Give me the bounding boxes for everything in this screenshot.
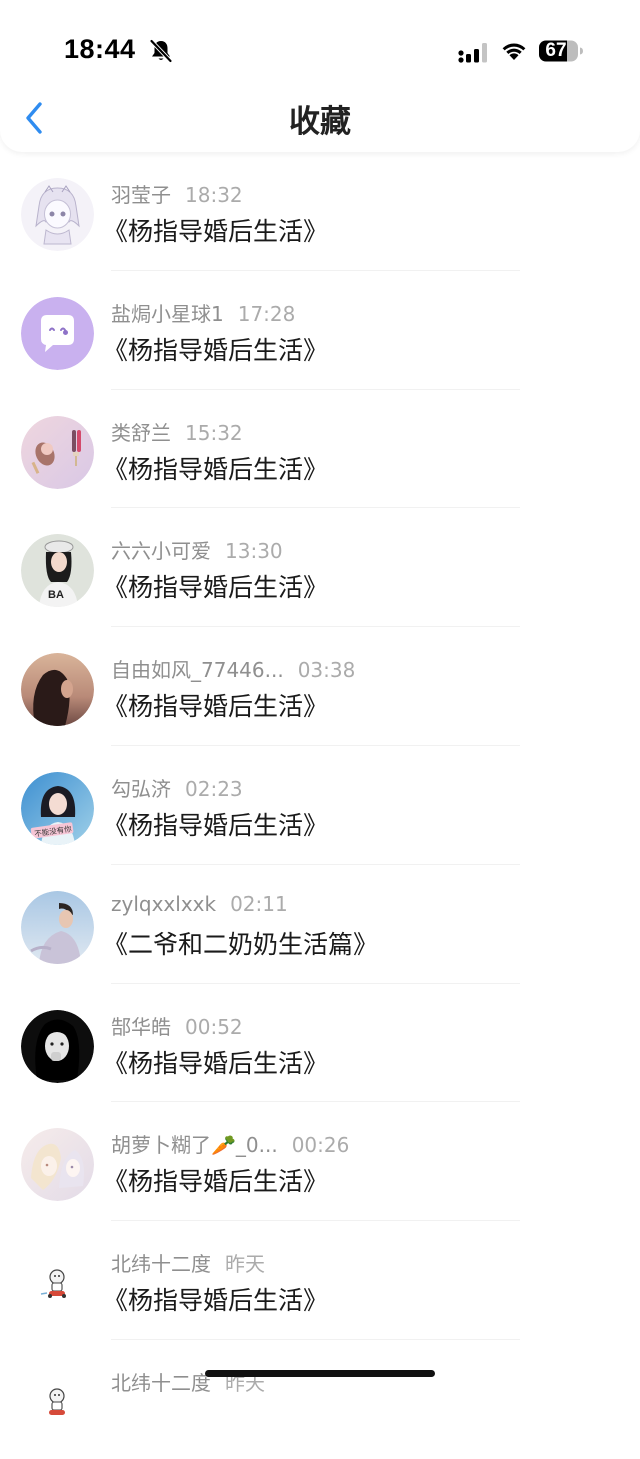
work-title[interactable]: 《二爷和二奶奶生活篇》 [103,925,378,961]
cellular-signal-icon [458,43,487,63]
item-meta: 勾弘济 02:23 [111,773,243,802]
avatar[interactable] [21,1365,94,1439]
item-time: 昨天 [225,1252,265,1277]
avatar[interactable] [21,1128,94,1202]
user-name[interactable]: 羽莹子 [111,183,171,207]
list-item[interactable]: 郜华皓 00:52 《杨指导婚后生活》 [0,984,640,1103]
user-name[interactable]: 北纬十二度 [111,1371,211,1395]
avatar[interactable] [21,890,94,964]
user-name[interactable]: zylqxxlxxk [111,892,216,916]
item-meta: 盐焗小星球1 17:28 [111,298,295,327]
item-meta: 郜华皓 00:52 [111,1011,243,1040]
item-meta: 胡萝卜糊了🥕_0... 00:26 [111,1129,349,1158]
item-time: 02:23 [185,776,243,801]
work-title[interactable]: 《杨指导婚后生活》 [103,568,328,604]
list-item[interactable]: 北纬十二度 昨天 《杨指导婚后生活》 [0,1221,640,1340]
battery-level: 67 [545,40,567,61]
header-bar: 18:44 67 收藏 [0,0,640,152]
work-title[interactable]: 《杨指导婚后生活》 [103,1281,328,1317]
home-indicator[interactable] [205,1370,435,1377]
user-name[interactable]: 北纬十二度 [111,1252,211,1276]
item-time: 02:11 [230,891,288,916]
list-item[interactable]: 类舒兰 15:32 《杨指导婚后生活》 [0,390,640,509]
item-time: 13:30 [225,539,283,564]
item-time: 03:38 [297,658,356,683]
user-name[interactable]: 自由如风_77446... [111,658,284,682]
item-meta: 羽莹子 18:32 [111,179,243,208]
work-title[interactable]: 《杨指导婚后生活》 [103,212,328,248]
work-title[interactable]: 《杨指导婚后生活》 [103,331,328,367]
list-item[interactable]: 北纬十二度 昨天 [0,1340,640,1459]
favorites-list: 羽莹子 18:32 《杨指导婚后生活》 盐焗小星球1 17:28 《杨指导婚后生活》 [0,152,640,1459]
avatar[interactable] [21,653,94,727]
avatar[interactable] [21,1247,94,1321]
item-time: 00:26 [291,1133,350,1158]
avatar[interactable] [21,296,94,370]
item-time: 15:32 [185,420,243,445]
list-item[interactable]: 盐焗小星球1 17:28 《杨指导婚后生活》 [0,271,640,390]
status-time: 18:44 [64,34,136,64]
work-title[interactable]: 《杨指导婚后生活》 [103,687,328,723]
list-item[interactable]: BA 六六小可爱 13:30 《杨指导婚后生活》 [0,508,640,628]
avatar[interactable]: 不能没有你 [21,771,94,845]
item-meta: 类舒兰 15:32 [111,417,243,446]
item-time: 00:52 [185,1014,243,1039]
item-time: 18:32 [185,183,243,207]
avatar[interactable]: BA [21,534,94,608]
list-item[interactable]: 自由如风_77446... 03:38 《杨指导婚后生活》 [0,627,640,746]
item-meta: 自由如风_77446... 03:38 [111,654,355,683]
item-meta: 北纬十二度 昨天 [111,1248,265,1277]
list-item[interactable]: 不能没有你 勾弘济 02:23 《杨指导婚后生活》 [0,746,640,865]
user-name[interactable]: 郜华皓 [111,1015,171,1039]
list-item[interactable]: zylqxxlxxk 02:11 《二爷和二奶奶生活篇》 [0,865,640,984]
avatar[interactable] [21,1009,94,1083]
user-name[interactable]: 勾弘济 [111,777,171,801]
work-title[interactable]: 《杨指导婚后生活》 [103,450,328,486]
avatar[interactable] [21,415,94,489]
item-time: 17:28 [237,301,296,326]
avatar[interactable] [21,178,94,251]
item-meta: 六六小可爱 13:30 [111,535,283,564]
work-title[interactable]: 《杨指导婚后生活》 [103,806,328,842]
work-title[interactable]: 《杨指导婚后生活》 [103,1162,328,1198]
work-title[interactable]: 《杨指导婚后生活》 [103,1044,328,1080]
bell-slash-icon [150,39,172,63]
svg-text:BA: BA [48,589,64,601]
wifi-icon [502,43,526,60]
list-item[interactable]: 羽莹子 18:32 《杨指导婚后生活》 [0,152,640,271]
user-name[interactable]: 胡萝卜糊了🥕_0... [111,1133,278,1157]
list-item[interactable]: 胡萝卜糊了🥕_0... 00:26 《杨指导婚后生活》 [0,1102,640,1222]
page-title: 收藏 [289,104,351,140]
item-meta: zylqxxlxxk 02:11 [111,892,288,916]
user-name[interactable]: 六六小可爱 [111,539,211,563]
user-name[interactable]: 盐焗小星球1 [111,302,224,326]
user-name[interactable]: 类舒兰 [111,421,171,445]
